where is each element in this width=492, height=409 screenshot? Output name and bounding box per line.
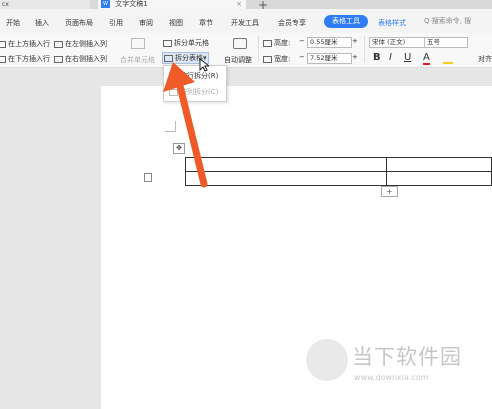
table-cell[interactable] bbox=[386, 171, 492, 186]
add-row-button[interactable]: + bbox=[381, 186, 398, 197]
row-height-field[interactable]: 0.55厘米 bbox=[307, 37, 352, 48]
close-icon[interactable]: × bbox=[236, 0, 242, 9]
tab-previous[interactable]: cx bbox=[0, 0, 90, 9]
menu-developer[interactable]: 开发工具 bbox=[231, 18, 259, 28]
menu-references[interactable]: 引用 bbox=[109, 18, 123, 28]
menu-view[interactable]: 视图 bbox=[169, 18, 183, 28]
tab-document-label: 文字文稿1 bbox=[115, 0, 148, 8]
menu-page-layout[interactable]: 页面布局 bbox=[65, 18, 93, 28]
divider bbox=[258, 36, 259, 62]
split-cells-icon bbox=[163, 39, 172, 47]
merge-cells-button[interactable]: 合并单元格 bbox=[120, 55, 155, 65]
watermark-logo bbox=[306, 339, 348, 381]
col-width-icon bbox=[263, 55, 272, 63]
col-width-decrease[interactable]: − bbox=[299, 53, 305, 61]
watermark-url: www.downxia.com bbox=[354, 373, 429, 382]
merge-cells-icon bbox=[131, 38, 145, 49]
insert-row-above-icon bbox=[0, 40, 6, 48]
paragraph-icon bbox=[144, 173, 152, 182]
tab-document[interactable]: W 文字文稿1 × bbox=[98, 0, 246, 9]
insert-row-below-button[interactable]: 在下方插入行 bbox=[0, 54, 50, 64]
insert-col-right-icon bbox=[54, 55, 63, 63]
table-row bbox=[184, 171, 492, 186]
split-cells-button[interactable]: 拆分单元格 bbox=[163, 38, 209, 48]
auto-fit-icon bbox=[233, 38, 247, 49]
menu-chapter[interactable]: 章节 bbox=[199, 18, 213, 28]
tab-previous-label: cx bbox=[2, 1, 9, 8]
cursor-icon bbox=[199, 58, 209, 72]
search-input[interactable]: Q 搜索命令, 搜 bbox=[424, 16, 471, 26]
font-color-button[interactable]: A bbox=[423, 52, 430, 65]
table-cell[interactable] bbox=[386, 157, 492, 172]
watermark-brand: 当下软件园 bbox=[352, 345, 462, 369]
italic-button[interactable]: I bbox=[389, 52, 392, 63]
insert-row-below-icon bbox=[0, 55, 6, 63]
bold-button[interactable]: B bbox=[373, 52, 381, 63]
row-height-decrease[interactable]: − bbox=[299, 37, 305, 45]
align-button[interactable]: 对齐 bbox=[478, 54, 492, 64]
menu-review[interactable]: 审阅 bbox=[139, 18, 153, 28]
row-height-increase[interactable]: + bbox=[352, 37, 358, 45]
document-table[interactable] bbox=[184, 157, 492, 186]
menu-table-tools[interactable]: 表格工具 bbox=[324, 15, 368, 28]
col-width-label: 宽度: bbox=[263, 54, 290, 64]
split-table-icon bbox=[164, 54, 173, 62]
col-width-increase[interactable]: + bbox=[352, 53, 358, 61]
underline-button[interactable]: U bbox=[404, 52, 411, 63]
font-size-select[interactable]: 五号 bbox=[424, 37, 468, 48]
document-icon: W bbox=[101, 0, 110, 8]
insert-col-right-button[interactable]: 在右侧插入列 bbox=[54, 54, 107, 64]
insert-row-above-button[interactable]: 在上方插入行 bbox=[0, 39, 50, 49]
highlight-icon[interactable] bbox=[443, 53, 453, 64]
menu-member[interactable]: 会员专享 bbox=[278, 18, 306, 28]
insert-col-left-icon bbox=[54, 40, 63, 48]
insert-col-left-button[interactable]: 在左侧插入列 bbox=[54, 39, 107, 49]
row-height-icon bbox=[263, 39, 272, 47]
menu-table-style[interactable]: 表格样式 bbox=[378, 18, 406, 28]
menu-home[interactable]: 开始 bbox=[6, 18, 20, 28]
font-name-select[interactable]: 宋体 (正文) bbox=[369, 37, 425, 48]
menu-insert[interactable]: 插入 bbox=[35, 18, 49, 28]
table-row bbox=[184, 157, 492, 172]
annotation-arrow-icon bbox=[163, 62, 208, 188]
col-width-field[interactable]: 7.52厘米 bbox=[307, 53, 352, 64]
auto-fit-button[interactable]: 自动调整 bbox=[224, 55, 252, 65]
row-height-label: 高度: bbox=[263, 38, 290, 48]
divider bbox=[364, 36, 365, 62]
